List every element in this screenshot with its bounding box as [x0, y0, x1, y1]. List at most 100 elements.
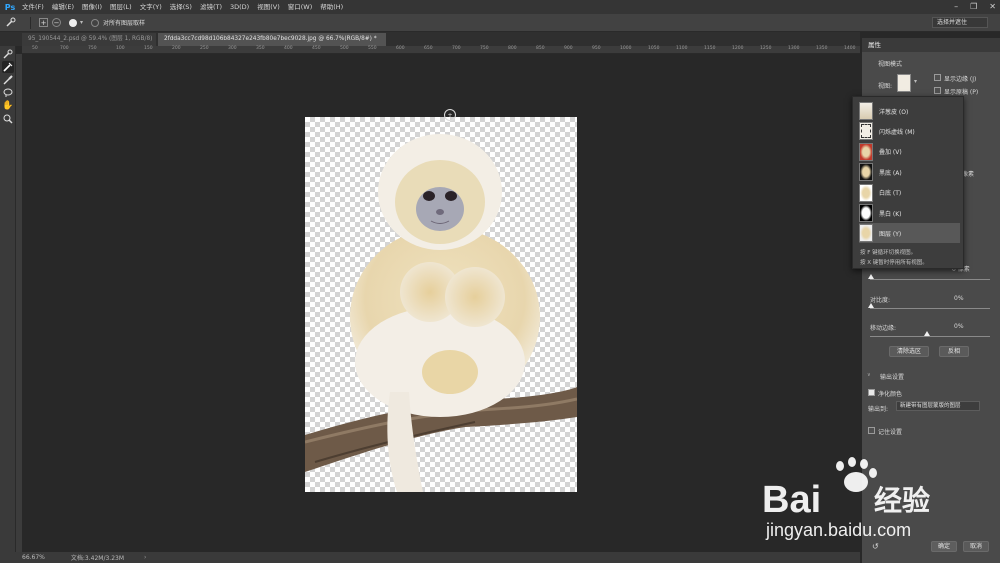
ruler-tick-label: 300 — [228, 46, 237, 51]
tab-document-1[interactable]: 95_190544_2.psd @ 59.4% (图层 1, RGB/8) — [22, 33, 156, 46]
menu-item[interactable]: 视图(V) — [253, 0, 284, 14]
ruler-tick-label: 200 — [172, 46, 181, 51]
show-original-checkbox[interactable] — [934, 87, 941, 94]
quick-selection-icon[interactable] — [2, 48, 14, 60]
menu-item[interactable]: 图像(I) — [78, 0, 106, 14]
ruler-tick-label: 1000 — [620, 46, 632, 51]
shift-edge-value[interactable]: 0% — [954, 323, 964, 330]
ruler-tick-label: 700 — [452, 46, 461, 51]
chevron-down-icon[interactable]: ▾ — [80, 19, 83, 26]
ruler-tick-label: 500 — [340, 46, 349, 51]
minimize-button[interactable]: – — [954, 0, 958, 14]
view-hint-2: 按 X 键暂时停用所有视图。 — [860, 260, 928, 266]
view-mode-thumbnail — [859, 122, 873, 141]
ruler-tick-label: 450 — [312, 46, 321, 51]
menu-item[interactable]: 编辑(E) — [48, 0, 78, 14]
ruler-tick-label: 100 — [116, 46, 125, 51]
ruler-tick-label: 250 — [200, 46, 209, 51]
add-to-selection-icon[interactable]: + — [39, 18, 48, 27]
refine-edge-brush-icon[interactable] — [2, 61, 14, 73]
menu-item[interactable]: 文字(Y) — [136, 0, 166, 14]
status-bar: 66.67% 文档:3.42M/3.23M › — [0, 552, 860, 563]
chevron-down-icon[interactable]: ∨ — [867, 372, 871, 378]
view-mode-label: 图层 (Y) — [879, 230, 902, 238]
menu-bar: Ps 文件(F) 编辑(E) 图像(I) 图层(L) 文字(Y) 选择(S) 滤镜(T) 3D… — [0, 0, 1000, 14]
menu-items: 文件(F) 编辑(E) 图像(I) 图层(L) 文字(Y) 选择(S) 滤镜(T) 3D(D)… — [18, 0, 347, 14]
shift-edge-slider-track[interactable] — [870, 336, 990, 337]
output-to-label: 输出到: — [868, 406, 889, 413]
cancel-button[interactable]: 取消 — [963, 541, 989, 552]
radius-slider-knob[interactable] — [868, 274, 874, 279]
output-to-dropdown[interactable]: 新建带有图层蒙版的图层 — [896, 401, 980, 411]
contrast-slider-track[interactable] — [870, 308, 990, 309]
shift-edge-slider-knob[interactable] — [924, 331, 930, 336]
view-mode-label: 黑底 (A) — [879, 169, 902, 177]
view-thumbnail[interactable] — [897, 74, 911, 92]
view-mode-thumbnail — [859, 142, 873, 161]
view-mode-thumbnail — [859, 224, 873, 243]
ruler-tick-label: 1400 — [844, 46, 856, 51]
tab-document-2[interactable]: 2fdda3cc7cd98d106b84327e243fb80e7bec9028… — [158, 33, 386, 46]
view-mode-option[interactable]: 白底 (T) — [859, 183, 960, 203]
remember-settings-label: 记住设置 — [878, 429, 903, 436]
menu-item[interactable]: 窗口(W) — [284, 0, 317, 14]
decontaminate-label: 净化颜色 — [878, 391, 903, 398]
invert-button[interactable]: 反相 — [939, 346, 969, 357]
ruler-tick-label: 750 — [88, 46, 97, 51]
view-mode-option[interactable]: 叠加 (V) — [859, 142, 960, 162]
lasso-icon[interactable] — [2, 87, 14, 99]
brush-size-icon[interactable] — [69, 18, 77, 27]
remember-settings-checkbox[interactable] — [868, 427, 875, 434]
view-mode-heading: 视图模式 — [878, 61, 903, 68]
subtract-from-selection-icon[interactable]: − — [52, 18, 61, 27]
ruler-tick-label: 950 — [592, 46, 601, 51]
menu-item[interactable]: 文件(F) — [18, 0, 48, 14]
clear-selection-button[interactable]: 清除选区 — [889, 346, 929, 357]
ruler-tick-label: 1050 — [648, 46, 660, 51]
view-mode-option[interactable]: 黑白 (K) — [859, 203, 960, 223]
contrast-value[interactable]: 0% — [954, 295, 964, 302]
menu-item[interactable]: 图层(L) — [106, 0, 136, 14]
show-edges-checkbox[interactable] — [934, 74, 941, 81]
ruler-tick-label: 800 — [508, 46, 517, 51]
view-mode-option[interactable]: 洋葱皮 (O) — [859, 101, 960, 121]
window-controls: – ❐ ✕ — [954, 0, 996, 14]
properties-panel-header: 属性 — [862, 38, 1000, 52]
hand-icon[interactable]: ✋ — [2, 100, 14, 112]
select-and-mask-dropdown[interactable]: 选择并遮住 — [932, 17, 988, 28]
chevron-down-icon[interactable]: ▾ — [914, 78, 917, 85]
contrast-slider-knob[interactable] — [868, 303, 874, 308]
ruler-tick-label: 850 — [536, 46, 545, 51]
radius-slider-track[interactable] — [870, 279, 990, 280]
brush-icon[interactable] — [2, 74, 14, 86]
zoom-icon[interactable] — [2, 113, 14, 125]
status-arrow-icon[interactable]: › — [144, 554, 146, 561]
maximize-button[interactable]: ❐ — [970, 0, 977, 14]
sample-all-layers-label: 对所有图层取样 — [103, 20, 146, 27]
ruler-tick-label: 750 — [480, 46, 489, 51]
view-mode-option[interactable]: 黑底 (A) — [859, 162, 960, 182]
document-canvas[interactable] — [305, 117, 577, 492]
view-mode-option[interactable]: 闪烁虚线 (M) — [859, 121, 960, 141]
ok-button[interactable]: 确定 — [931, 541, 957, 552]
view-hint-1: 按 F 键循环切换视图。 — [860, 250, 917, 256]
close-button[interactable]: ✕ — [989, 0, 996, 14]
view-mode-option[interactable]: 图层 (Y) — [859, 223, 960, 244]
view-mode-thumbnail — [859, 163, 873, 182]
reset-icon[interactable]: ↺ — [872, 542, 879, 551]
tools-panel: ✋ — [0, 46, 16, 552]
menu-item[interactable]: 滤镜(T) — [196, 0, 226, 14]
zoom-level[interactable]: 66.67% — [22, 554, 45, 561]
quick-selection-tool-icon[interactable] — [4, 17, 16, 29]
menu-item[interactable]: 3D(D) — [226, 0, 253, 14]
view-mode-thumbnail — [859, 204, 873, 222]
document-tab-bar: 95_190544_2.psd @ 59.4% (图层 1, RGB/8) 2f… — [0, 32, 860, 46]
menu-item[interactable]: 选择(S) — [166, 0, 196, 14]
ruler-tick-label: 1250 — [760, 46, 772, 51]
menu-item[interactable]: 帮助(H) — [316, 0, 347, 14]
decontaminate-checkbox[interactable] — [868, 389, 875, 396]
sample-all-layers-checkbox[interactable] — [91, 18, 100, 27]
ruler-tick-label: 1300 — [788, 46, 800, 51]
view-mode-thumbnail — [859, 102, 873, 120]
view-mode-label: 洋葱皮 (O) — [879, 108, 909, 116]
